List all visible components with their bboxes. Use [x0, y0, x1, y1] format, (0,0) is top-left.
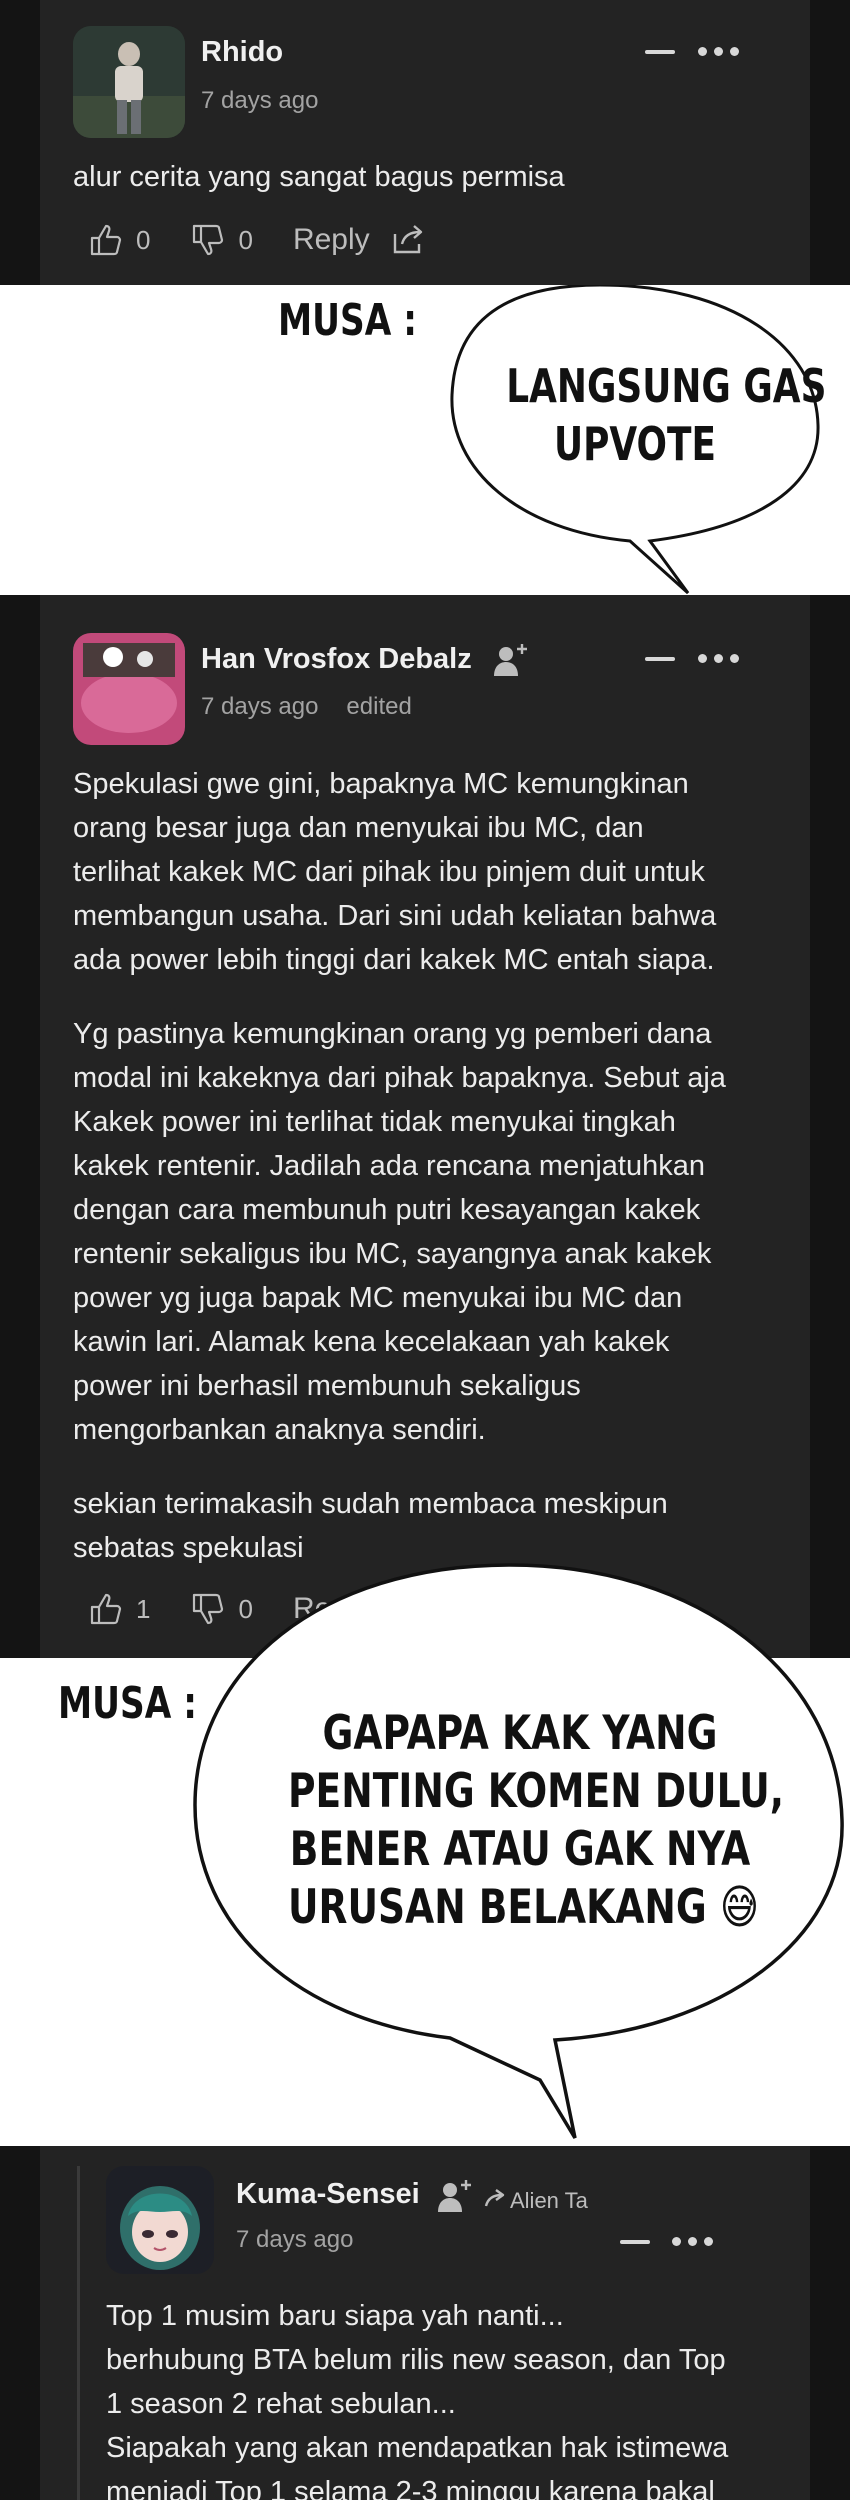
dislike-count: 0 [238, 224, 253, 255]
comment-text: Top 1 musim baru siapa yah nanti... berh… [106, 2300, 729, 2500]
share-icon[interactable] [390, 222, 426, 258]
username[interactable]: Kuma-Sensei [236, 2178, 420, 2211]
reply-arrow-icon [484, 2189, 505, 2207]
comment-actions: 0 0 Reply [88, 222, 438, 258]
avatar[interactable] [73, 633, 185, 745]
comment-text: alur cerita yang sangat bagus permisa [73, 161, 565, 193]
collapse-icon[interactable] [645, 657, 675, 661]
avatar[interactable] [106, 2166, 214, 2274]
bubble-text: GAPAPA KAK YANG PENTING KOMEN DULU, BENE… [288, 1706, 785, 1935]
reply-thread-line [77, 2166, 80, 2500]
follow-user-icon[interactable] [436, 2178, 474, 2214]
follow-user-icon[interactable] [492, 642, 530, 678]
timestamp: 7 days ago edited [201, 693, 412, 720]
more-options-icon[interactable] [672, 2237, 713, 2246]
collapse-icon[interactable] [645, 50, 675, 54]
comment-card: Han Vrosfox Debalz 7 days ago edited Spek… [40, 595, 810, 1658]
like-count: 0 [136, 224, 151, 255]
more-options-icon[interactable] [698, 47, 739, 56]
speaker-label: MUSA : [278, 295, 417, 346]
collapse-icon[interactable] [620, 2240, 650, 2244]
reply-button[interactable]: Reply [293, 223, 370, 257]
thumbs-down-icon[interactable] [190, 222, 226, 258]
bubble-text: LANGSUNG GAS UPVOTE [506, 359, 827, 471]
comment-card: Kuma-Sensei Alien Ta 7 days ago Top 1 mu… [40, 2146, 810, 2500]
more-options-icon[interactable] [698, 654, 739, 663]
manga-panel-1: MUSA : LANGSUNG GAS UPVOTE [0, 285, 850, 595]
reply-to-badge[interactable]: Alien Ta [510, 2188, 622, 2214]
timestamp: 7 days ago [236, 2226, 354, 2253]
edited-label: edited [346, 693, 412, 720]
username[interactable]: Han Vrosfox Debalz [201, 643, 472, 676]
thumbs-up-icon[interactable] [88, 222, 124, 258]
timestamp: 7 days ago [201, 87, 319, 114]
sweat-smile-emoji: 😅 [719, 1880, 760, 1935]
avatar[interactable] [73, 26, 185, 138]
username[interactable]: Rhido [201, 36, 283, 69]
comment-card: Rhido 7 days ago alur cerita yang sangat… [40, 0, 810, 285]
comment-text: Spekulasi gwe gini, bapaknya MC kemungki… [73, 768, 726, 1564]
